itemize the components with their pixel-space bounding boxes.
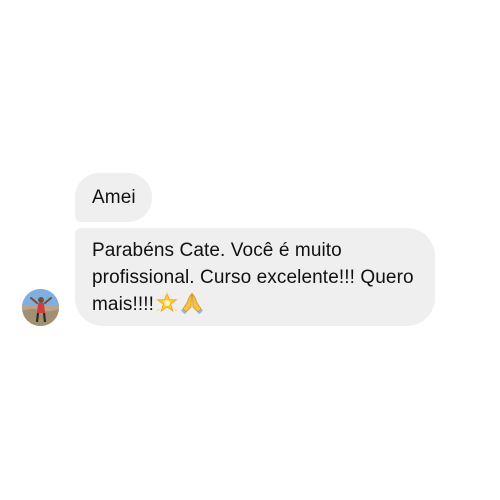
message-text: Parabéns Cate. Você é muito profissional… bbox=[92, 240, 414, 315]
message-bubble[interactable]: Amei bbox=[75, 173, 152, 222]
glowing-star-icon bbox=[156, 292, 178, 314]
message-thread: Amei Parabéns Cate. Você é muito profiss… bbox=[0, 0, 500, 500]
message-text: Amei bbox=[92, 187, 136, 208]
folded-hands-icon bbox=[180, 292, 204, 314]
sender-avatar[interactable] bbox=[22, 289, 59, 326]
message-bubble[interactable]: Parabéns Cate. Você é muito profissional… bbox=[75, 228, 435, 326]
user-avatar-photo-icon bbox=[22, 289, 59, 326]
